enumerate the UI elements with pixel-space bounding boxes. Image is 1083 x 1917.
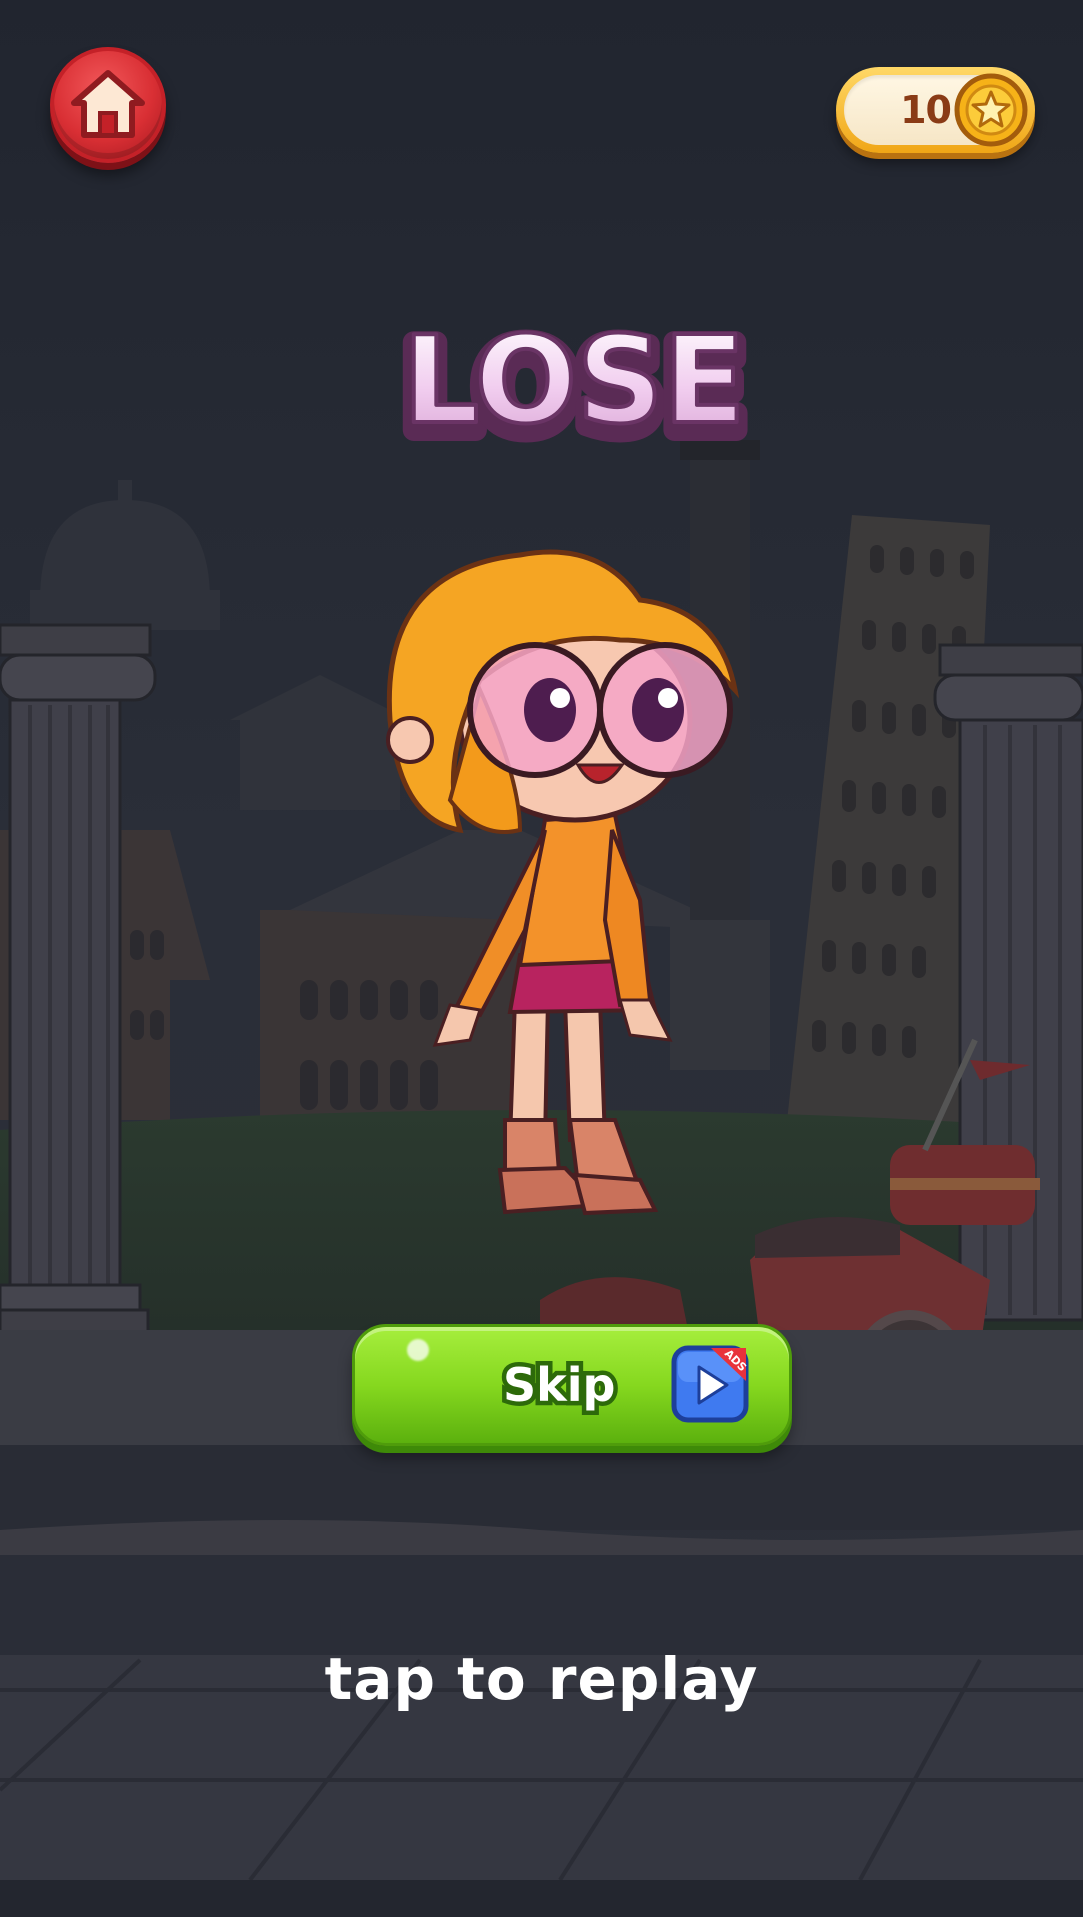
replay-hint[interactable]: tap to replay xyxy=(0,1645,1083,1713)
skip-label: Skip xyxy=(498,1354,619,1417)
result-title-text: LOSE xyxy=(403,312,746,451)
coin-count: 10 xyxy=(900,88,952,132)
home-icon xyxy=(71,70,145,138)
star-coin-icon xyxy=(954,73,1028,147)
coin-counter: 10 xyxy=(836,67,1035,153)
button-highlight xyxy=(407,1339,429,1361)
character-girl xyxy=(386,549,740,1216)
game-screen[interactable]: 10 LOSE LOSE Skip ADS tap to replay xyxy=(0,0,1083,1917)
result-title: LOSE LOSE xyxy=(392,309,757,460)
skip-button[interactable]: Skip ADS xyxy=(352,1324,792,1446)
coin-counter-inner: 10 xyxy=(844,73,1028,147)
home-button[interactable] xyxy=(50,47,166,163)
video-ad-play-icon: ADS xyxy=(671,1345,749,1423)
